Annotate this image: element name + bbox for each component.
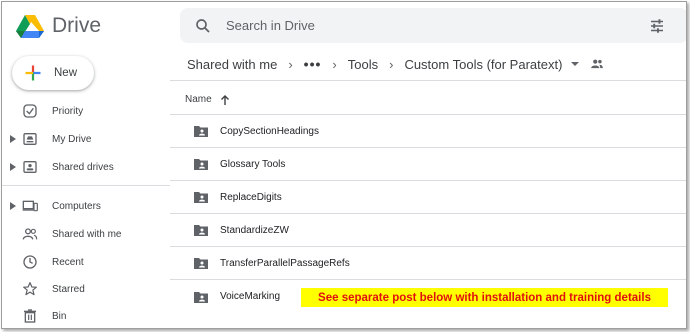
- chevron-right-icon: ›: [332, 56, 337, 72]
- sidebar-divider: [2, 185, 170, 186]
- sidebar-item-label: Computers: [52, 200, 101, 212]
- column-header-label: Name: [185, 94, 212, 105]
- file-name: VoiceMarking: [220, 291, 281, 302]
- star-icon: [23, 282, 37, 296]
- sidebar-item-priority[interactable]: Priority: [2, 98, 170, 124]
- sidebar-item-label: Recent: [52, 256, 84, 268]
- file-name: CopySectionHeadings: [220, 125, 319, 137]
- chevron-right-icon: ›: [288, 56, 293, 72]
- sidebar-item-label: Starred: [52, 283, 85, 295]
- drive-window: Drive Search in Drive New Priority My Dr…: [1, 1, 687, 329]
- sidebar-item-label: Bin: [52, 310, 67, 322]
- shared-drives-icon: [23, 161, 37, 173]
- file-name: Glossary Tools: [220, 158, 286, 170]
- list-item[interactable]: ReplaceDigits: [170, 181, 686, 214]
- expand-arrow-icon[interactable]: [10, 202, 16, 210]
- sidebar-item-recent[interactable]: Recent: [2, 249, 170, 275]
- expand-arrow-icon[interactable]: [10, 135, 16, 143]
- sidebar-item-label: Shared drives: [52, 161, 114, 173]
- list-item[interactable]: StandardizeZW: [170, 214, 686, 247]
- sidebar-item-bin[interactable]: Bin: [2, 303, 170, 328]
- sidebar-item-starred[interactable]: Starred: [2, 276, 170, 302]
- search-icon[interactable]: [194, 17, 212, 35]
- app-name: Drive: [52, 14, 102, 37]
- annotation-highlight: See separate post below with installatio…: [301, 288, 668, 307]
- breadcrumb: Shared with me › ••• › Tools › Custom To…: [187, 54, 604, 74]
- my-drive-icon: [23, 133, 37, 145]
- search-options-icon[interactable]: [648, 17, 666, 35]
- search-input[interactable]: Search in Drive: [226, 18, 648, 33]
- sidebar-item-computers[interactable]: Computers: [2, 193, 170, 219]
- sidebar-item-label: Priority: [52, 105, 84, 117]
- file-name: ReplaceDigits: [220, 191, 282, 203]
- shared-folder-icon: [194, 192, 208, 203]
- new-button-label: New: [54, 67, 78, 79]
- dropdown-arrow-icon[interactable]: [570, 59, 580, 69]
- drive-logo-icon: [16, 15, 44, 38]
- column-header-name[interactable]: Name: [185, 94, 230, 105]
- shared-folder-icon: [194, 258, 208, 269]
- shared-folder-icon: [194, 126, 208, 137]
- people-icon: [22, 228, 38, 240]
- sidebar-item-shared-with-me[interactable]: Shared with me: [2, 221, 170, 247]
- shared-folder-icon: [194, 159, 208, 170]
- search-bar[interactable]: Search in Drive: [180, 8, 686, 43]
- sort-arrow-up-icon[interactable]: [220, 94, 230, 105]
- sidebar-item-shared-drives[interactable]: Shared drives: [2, 154, 170, 180]
- clock-icon: [23, 255, 37, 269]
- sidebar-item-label: My Drive: [52, 133, 92, 145]
- computer-icon: [22, 200, 38, 212]
- file-name: TransferParallelPassageRefs: [220, 257, 350, 269]
- sidebar-item-my-drive[interactable]: My Drive: [2, 126, 170, 152]
- list-item[interactable]: Glossary Tools: [170, 148, 686, 181]
- file-name: StandardizeZW: [220, 224, 289, 236]
- plus-icon: [25, 65, 41, 81]
- new-button[interactable]: New: [12, 56, 94, 90]
- shared-folder-icon: [194, 225, 208, 236]
- chevron-right-icon: ›: [389, 56, 394, 72]
- list-item[interactable]: CopySectionHeadings: [170, 115, 686, 148]
- shared-folder-people-icon: [591, 59, 604, 69]
- breadcrumb-item-tools[interactable]: Tools: [348, 57, 378, 72]
- header-divider: [170, 80, 686, 81]
- sidebar-item-label: Shared with me: [52, 228, 122, 240]
- trash-icon: [24, 309, 36, 323]
- breadcrumb-current-folder[interactable]: Custom Tools (for Paratext): [404, 57, 562, 72]
- check-circle-icon: [23, 104, 37, 118]
- drive-logo[interactable]: Drive: [16, 12, 101, 40]
- list-item[interactable]: TransferParallelPassageRefs: [170, 247, 686, 280]
- breadcrumb-root[interactable]: Shared with me: [187, 57, 277, 72]
- breadcrumb-more[interactable]: •••: [304, 56, 322, 72]
- expand-arrow-icon[interactable]: [10, 163, 16, 171]
- shared-folder-icon: [194, 291, 208, 303]
